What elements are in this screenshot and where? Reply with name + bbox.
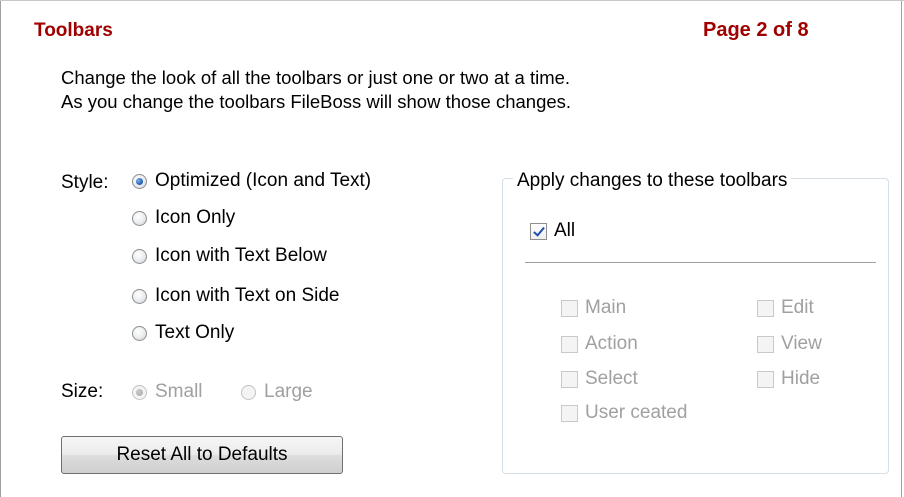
checkbox-label: View	[781, 333, 822, 354]
top-divider	[0, 0, 904, 1]
toolbar-checkbox-user-created[interactable]: User ceated	[561, 402, 687, 424]
checkbox-label: All	[554, 220, 576, 241]
checkbox-label: User ceated	[585, 402, 688, 423]
group-separator	[525, 262, 876, 263]
size-option-large[interactable]: Large	[241, 381, 313, 403]
size-option-label: Small	[155, 381, 203, 402]
toolbar-checkbox-view[interactable]: View	[757, 333, 822, 355]
radio-selected-icon[interactable]	[132, 173, 147, 189]
toolbar-checkbox-all[interactable]: All	[530, 220, 575, 242]
size-option-label: Large	[264, 381, 313, 402]
checkbox-icon[interactable]	[561, 335, 578, 353]
checkbox-icon[interactable]	[757, 335, 774, 353]
style-option-label: Optimized (Icon and Text)	[155, 170, 372, 191]
page-title: Toolbars	[34, 20, 113, 41]
toolbar-checkbox-select[interactable]: Select	[561, 368, 638, 390]
style-option-icon-only[interactable]: Icon Only	[132, 207, 235, 229]
style-option-optimized[interactable]: Optimized (Icon and Text)	[132, 170, 371, 192]
description-line-2: As you change the toolbars FileBoss will…	[61, 91, 572, 112]
checkbox-icon[interactable]	[757, 299, 774, 317]
style-option-label: Icon Only	[155, 207, 236, 228]
radio-icon[interactable]	[132, 288, 147, 304]
description-line-1: Change the look of all the toolbars or j…	[61, 67, 571, 88]
checkbox-label: Hide	[781, 368, 821, 389]
checkbox-checked-icon[interactable]	[530, 222, 547, 240]
checkbox-icon[interactable]	[561, 370, 578, 388]
toolbar-checkbox-action[interactable]: Action	[561, 333, 638, 355]
radio-icon[interactable]	[132, 210, 147, 226]
checkbox-label: Action	[585, 333, 638, 354]
radio-selected-icon[interactable]	[132, 384, 147, 400]
toolbar-checkbox-hide[interactable]: Hide	[757, 368, 820, 390]
description: Change the look of all the toolbars or j…	[61, 66, 571, 114]
page-indicator: Page 2 of 8	[703, 19, 809, 41]
reset-all-defaults-button[interactable]: Reset All to Defaults	[61, 436, 343, 474]
style-option-label: Text Only	[155, 322, 235, 343]
style-option-label: Icon with Text Below	[155, 245, 327, 266]
style-option-icon-text-side[interactable]: Icon with Text on Side	[132, 285, 339, 307]
size-label: Size:	[61, 381, 104, 402]
checkbox-icon[interactable]	[561, 299, 578, 317]
style-label: Style:	[61, 172, 109, 193]
size-option-small[interactable]: Small	[132, 381, 203, 403]
radio-icon[interactable]	[132, 248, 147, 264]
radio-icon[interactable]	[241, 384, 256, 400]
style-option-icon-text-below[interactable]: Icon with Text Below	[132, 245, 327, 267]
checkbox-label: Edit	[781, 297, 814, 318]
checkbox-icon[interactable]	[757, 370, 774, 388]
style-option-text-only[interactable]: Text Only	[132, 322, 234, 344]
radio-icon[interactable]	[132, 325, 147, 341]
toolbar-checkbox-edit[interactable]: Edit	[757, 297, 814, 319]
checkbox-icon[interactable]	[561, 404, 578, 422]
apply-changes-legend: Apply changes to these toolbars	[513, 170, 792, 192]
style-option-label: Icon with Text on Side	[155, 285, 340, 306]
checkbox-label: Select	[585, 368, 638, 389]
toolbar-checkbox-main[interactable]: Main	[561, 297, 626, 319]
checkbox-label: Main	[585, 297, 627, 318]
